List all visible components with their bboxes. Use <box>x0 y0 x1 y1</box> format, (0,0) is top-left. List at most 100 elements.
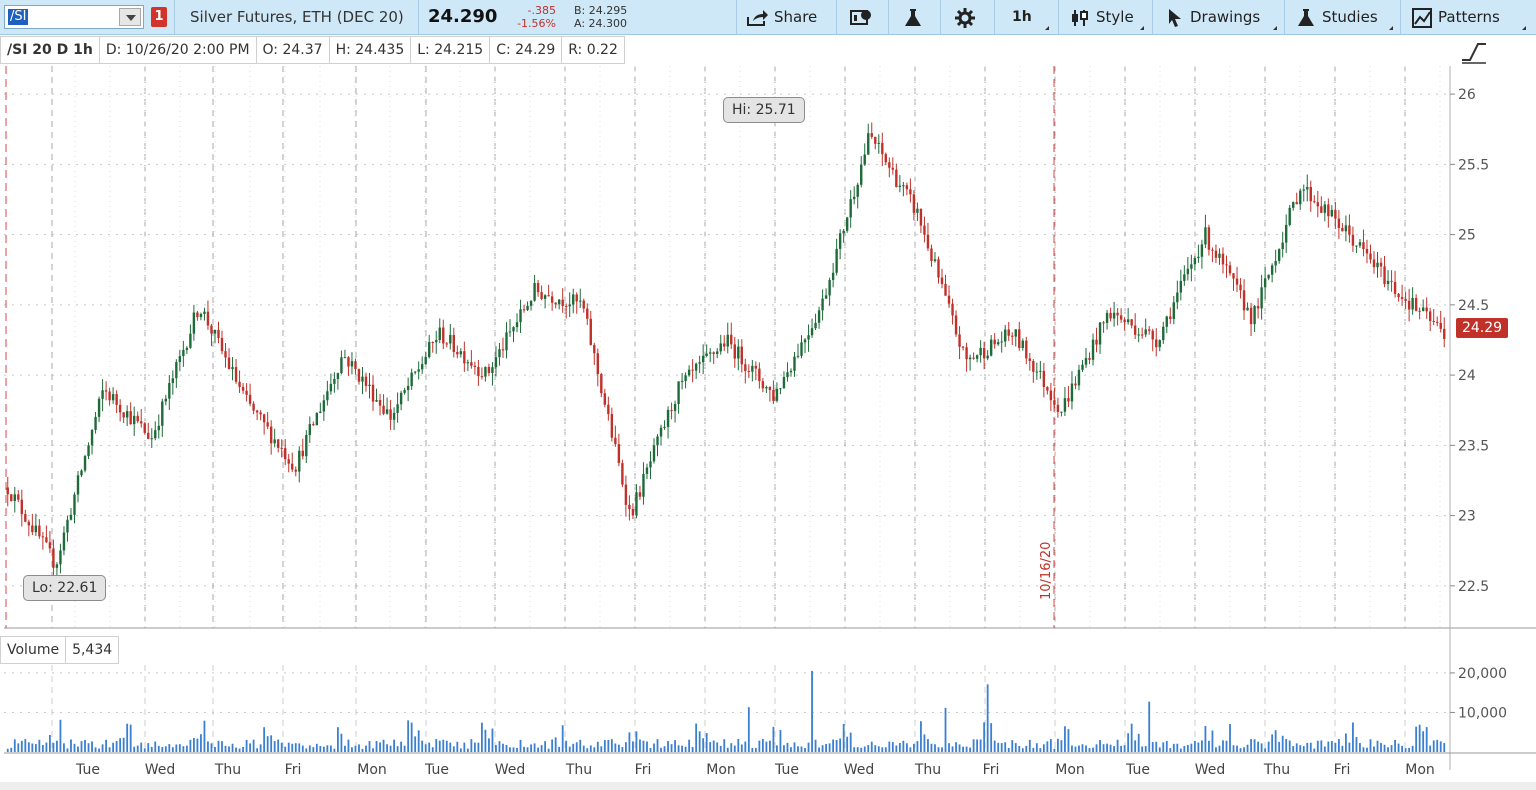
candle-body <box>269 426 273 444</box>
volume-bar <box>466 748 469 752</box>
candle-body <box>1046 386 1049 391</box>
chart-settings-button[interactable] <box>850 0 878 34</box>
volume-bar <box>396 746 399 752</box>
flask-icon <box>1298 8 1314 26</box>
candle-body <box>705 353 708 356</box>
candle-body <box>1049 390 1053 401</box>
candle-body <box>1443 328 1446 339</box>
volume-bar <box>1359 743 1361 752</box>
volume-bar <box>1172 743 1175 752</box>
candle-body <box>1302 189 1305 191</box>
candle-body <box>168 383 171 399</box>
patterns-button[interactable]: Patterns <box>1412 0 1500 34</box>
volume-bar <box>526 747 529 752</box>
volume-bar <box>905 743 908 752</box>
candle-body <box>329 383 333 392</box>
candle-body <box>1407 300 1411 310</box>
candle-body <box>1379 262 1383 267</box>
candle-body <box>357 369 361 382</box>
candle-body <box>701 355 705 363</box>
interval-button[interactable]: 1h <box>1012 0 1032 34</box>
volume-bar <box>1345 733 1347 752</box>
volume-bar <box>828 743 831 752</box>
candle-body <box>852 196 856 200</box>
link-group-badge[interactable]: 1 <box>151 7 167 27</box>
volume-bar <box>1260 743 1263 752</box>
candle-body <box>849 199 852 218</box>
candle-body <box>986 355 989 359</box>
settings-button[interactable] <box>955 0 981 34</box>
candle-body <box>733 344 736 359</box>
candle-body <box>498 349 501 358</box>
candle-body <box>1421 307 1425 311</box>
style-button[interactable]: Style <box>1070 0 1134 34</box>
volume-bar <box>610 739 613 752</box>
candle-body <box>694 363 698 371</box>
candle-body <box>83 456 87 471</box>
symbol-input[interactable]: /SI <box>4 5 144 29</box>
volume-bar <box>1085 745 1087 752</box>
candle-body <box>1306 186 1309 190</box>
candle-body <box>1344 225 1348 232</box>
candle-body <box>1025 340 1028 359</box>
candle-body <box>480 376 484 378</box>
volume-bar <box>509 747 511 752</box>
candle-body <box>923 225 926 235</box>
candle-body <box>951 303 954 316</box>
candle-body <box>76 475 80 495</box>
candle-body <box>406 385 410 391</box>
candle-body <box>1021 340 1024 349</box>
studies-menu-corner <box>1389 26 1393 30</box>
volume-bar <box>1127 733 1130 752</box>
volume-bar <box>1088 748 1091 752</box>
share-button[interactable]: Share <box>746 0 817 34</box>
volume-bar <box>874 745 877 752</box>
drawings-button[interactable]: Drawings <box>1166 0 1260 34</box>
studies-button[interactable]: Studies <box>1296 0 1378 34</box>
volume-bar <box>150 746 153 752</box>
cursor-arrow-icon <box>1169 8 1181 27</box>
volume-bar <box>635 731 638 752</box>
volume-bar <box>1243 747 1245 752</box>
candle-body <box>930 248 933 261</box>
candle-body <box>652 445 656 462</box>
candle-body <box>66 519 69 533</box>
volume-bar <box>171 747 174 752</box>
candle-body <box>364 376 368 386</box>
volume-bar <box>133 746 136 752</box>
volume-bar <box>737 739 740 752</box>
volume-bar <box>1078 745 1080 752</box>
volume-bar <box>1369 739 1372 752</box>
volume-bar <box>765 741 768 752</box>
candle-body <box>740 346 744 365</box>
price-change: -.385 -1.56% <box>510 4 556 30</box>
volume-bar <box>681 745 683 752</box>
volume-info-bar: Volume 5,434 <box>0 636 120 664</box>
candle-body <box>6 487 9 495</box>
candle-body <box>1088 357 1091 360</box>
candle-body <box>1242 290 1246 311</box>
volume-bar <box>639 739 641 752</box>
volume-bar <box>1411 745 1414 752</box>
candle-body <box>554 302 557 305</box>
volume-bar <box>867 745 870 752</box>
line-chart-toggle-icon[interactable] <box>1460 38 1488 64</box>
studies-lab-button[interactable] <box>903 0 929 34</box>
candle-body <box>1176 292 1179 303</box>
price-chart[interactable]: 26 25.5 25 24.5 24 23.5 23 22.5 20,000 10,000 Tu… <box>0 64 1536 790</box>
volume-bar <box>646 741 648 752</box>
volume-bar <box>326 745 329 752</box>
volume-bar <box>495 745 497 752</box>
volume-bar <box>642 740 645 752</box>
volume-bar <box>115 740 118 752</box>
symbol-dropdown-button[interactable] <box>119 8 141 26</box>
candle-body <box>73 494 76 515</box>
volume-bar <box>154 741 157 752</box>
volume-bar <box>445 740 448 752</box>
volume-bar <box>691 747 694 752</box>
divider <box>418 0 419 34</box>
candle-body <box>1386 280 1390 285</box>
volume-bar <box>10 747 13 752</box>
candle-body <box>817 310 821 323</box>
candle-body <box>810 328 814 336</box>
